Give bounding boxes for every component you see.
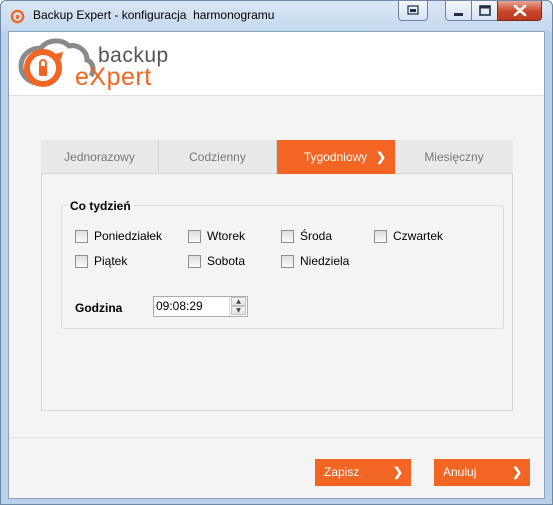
checkbox-niedziela[interactable]: Niedziela: [281, 253, 349, 269]
cancel-button-label: Anuluj: [443, 465, 477, 479]
save-button[interactable]: Zapisz ❯: [315, 459, 411, 486]
checkbox-box[interactable]: [281, 254, 294, 268]
tab-tygodniowy[interactable]: Tygodniowy ❯: [277, 140, 395, 174]
restore-button[interactable]: [398, 1, 428, 21]
checkbox-piatek[interactable]: Piątek: [75, 253, 127, 269]
tab-jednorazowy[interactable]: Jednorazowy: [41, 140, 159, 174]
spin-down-icon[interactable]: ▼: [231, 306, 246, 315]
window-title: Backup Expert - konfiguracja harmonogram…: [33, 8, 275, 22]
restore-icon: [407, 5, 419, 15]
checkbox-label: Poniedziałek: [94, 229, 163, 243]
minimize-icon: [454, 13, 463, 16]
checkbox-label: Sobota: [207, 254, 246, 268]
maximize-button[interactable]: [471, 1, 497, 21]
chevron-right-icon: ❯: [511, 465, 522, 479]
close-button[interactable]: [497, 1, 542, 21]
weekly-group-title: Co tydzień: [67, 199, 134, 213]
checkbox-box[interactable]: [188, 254, 201, 268]
dialog-client-area: backup eXpert Jednorazowy Codzienny Tygo…: [8, 31, 545, 499]
checkbox-sobota[interactable]: Sobota: [188, 253, 245, 269]
checkbox-box[interactable]: [281, 229, 294, 243]
tab-label: Jednorazowy: [64, 150, 135, 164]
tab-codzienny[interactable]: Codzienny: [159, 140, 277, 174]
save-button-label: Zapisz: [324, 465, 360, 479]
checkbox-box[interactable]: [75, 254, 88, 268]
chevron-right-icon: ❯: [392, 465, 403, 479]
minimize-button[interactable]: [445, 1, 471, 21]
checkbox-poniedzialek[interactable]: Poniedziałek: [75, 228, 162, 244]
header: backup eXpert: [9, 32, 544, 95]
close-icon: [513, 4, 527, 17]
tab-label: Miesięczny: [424, 150, 484, 164]
checkbox-label: Piątek: [94, 254, 128, 268]
window-frame: Backup Expert - konfiguracja harmonogram…: [0, 0, 553, 505]
checkbox-wtorek[interactable]: Wtorek: [188, 228, 245, 244]
app-icon: [10, 9, 25, 24]
checkbox-sroda[interactable]: Środa: [281, 228, 332, 244]
checkbox-label: Niedziela: [300, 254, 350, 268]
title-bar[interactable]: Backup Expert - konfiguracja harmonogram…: [1, 1, 552, 31]
schedule-tabs: Jednorazowy Codzienny Tygodniowy ❯ Miesi…: [41, 140, 513, 174]
checkbox-label: Czwartek: [393, 229, 444, 243]
tab-label: Codzienny: [189, 150, 246, 164]
spin-up-icon[interactable]: ▲: [231, 297, 246, 306]
logo-text-expert: eXpert: [75, 63, 152, 91]
checkbox-czwartek[interactable]: Czwartek: [374, 228, 443, 244]
cancel-button[interactable]: Anuluj ❯: [434, 459, 530, 486]
checkbox-box[interactable]: [188, 229, 201, 243]
tab-label: Tygodniowy: [303, 150, 368, 164]
chevron-right-icon: ❯: [375, 150, 386, 164]
checkbox-box[interactable]: [75, 229, 88, 243]
checkbox-box[interactable]: [374, 229, 387, 243]
checkbox-label: Wtorek: [207, 229, 246, 243]
time-spinner: ▲ ▼: [229, 297, 246, 316]
hour-label: Godzina: [75, 301, 123, 315]
tab-miesieczny[interactable]: Miesięczny: [395, 140, 513, 174]
checkbox-label: Środa: [300, 229, 333, 243]
maximize-icon: [479, 5, 491, 16]
